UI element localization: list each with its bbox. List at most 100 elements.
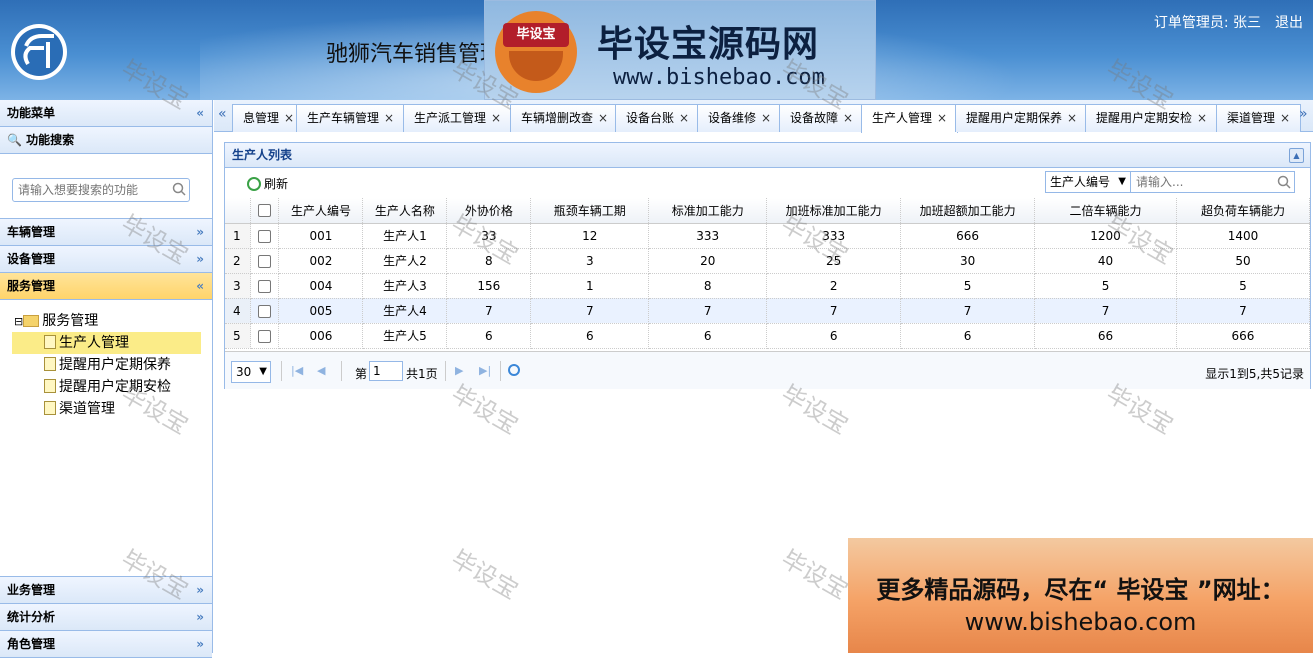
collapse-panel-icon[interactable]: ▲ (1289, 148, 1304, 163)
next-page-icon[interactable]: ▶ (455, 364, 463, 377)
document-icon (44, 335, 56, 349)
column-header[interactable]: 二倍车辆能力 (1034, 198, 1177, 224)
column-header[interactable]: 加班标准加工能力 (766, 198, 902, 224)
sidebar-section-label: 车辆管理 (7, 225, 56, 239)
close-icon[interactable]: × (761, 111, 771, 125)
tree-item-inspection-reminder[interactable]: 提醒用户定期安检 (44, 376, 171, 398)
row-checkbox[interactable] (258, 304, 272, 318)
table-cell: 006 (278, 323, 364, 349)
tab-producer-management[interactable]: 生产人管理 × (861, 104, 959, 133)
expand-down-icon[interactable]: » (196, 604, 204, 631)
document-icon (44, 401, 56, 415)
table-row[interactable]: 5 006 生产人5 6 6 6 6 6 66 666 (225, 323, 1311, 349)
tab-maintenance-reminder[interactable]: 提醒用户定期保养 × (955, 104, 1089, 132)
sidebar-section-roles[interactable]: 角色管理 » (0, 631, 212, 658)
sidebar-section-business[interactable]: 业务管理 » (0, 577, 212, 604)
search-field-select[interactable]: 生产人编号 ▼ (1045, 171, 1131, 193)
menu-title[interactable]: 功能菜单 « (0, 100, 212, 127)
producer-table: 生产人编号 生产人名称 外协价格 瓶颈车辆工期 标准加工能力 加班标准加工能力 … (225, 198, 1311, 349)
sidebar-section-vehicle[interactable]: 车辆管理 » (0, 219, 212, 246)
tab-scroll-right-icon[interactable]: » (1299, 106, 1308, 122)
reload-icon[interactable] (508, 364, 520, 376)
logout-link[interactable]: 退出 (1275, 15, 1303, 31)
row-checkbox[interactable] (258, 254, 272, 268)
tree-root-service[interactable]: ⊟ 服务管理 (14, 310, 98, 332)
row-checkbox-cell[interactable] (250, 323, 280, 349)
tree-item-maintenance-reminder[interactable]: 提醒用户定期保养 (44, 354, 171, 376)
table-row[interactable]: 4 005 生产人4 7 7 7 7 7 7 7 (225, 298, 1311, 324)
tab-info[interactable]: 息管理 × (232, 104, 306, 132)
column-header[interactable]: 加班超额加工能力 (900, 198, 1036, 224)
sidebar-section-label: 设备管理 (7, 252, 56, 266)
table-row[interactable]: 1 001 生产人1 33 12 333 333 666 1200 1400 (225, 223, 1311, 249)
tab-production-vehicle[interactable]: 生产车辆管理 × (296, 104, 406, 132)
table-cell: 30 (900, 248, 1036, 274)
close-icon[interactable]: × (491, 111, 501, 125)
page-size-select[interactable]: 30 ▼ (231, 361, 271, 383)
table-cell: 生产人5 (362, 323, 448, 349)
expand-down-icon[interactable]: » (196, 246, 204, 273)
search-icon[interactable] (172, 182, 186, 196)
row-checkbox-cell[interactable] (250, 248, 280, 274)
expand-down-icon[interactable]: » (196, 577, 204, 604)
close-icon[interactable]: × (679, 111, 689, 125)
mascot-face (509, 51, 563, 81)
last-page-icon[interactable]: ▶| (479, 364, 491, 377)
select-all-checkbox[interactable] (258, 204, 272, 218)
row-checkbox-cell[interactable] (250, 223, 280, 249)
row-checkbox-cell[interactable] (250, 273, 280, 299)
column-header[interactable]: 生产人名称 (362, 198, 448, 224)
column-header[interactable]: 外协价格 (446, 198, 532, 224)
row-checkbox[interactable] (258, 229, 272, 243)
first-page-icon[interactable]: |◀ (291, 364, 303, 377)
column-header[interactable]: 生产人编号 (278, 198, 364, 224)
tab-equipment-fault[interactable]: 设备故障 × (779, 104, 865, 132)
table-row[interactable]: 3 004 生产人3 156 1 8 2 5 5 5 (225, 273, 1311, 299)
function-search-input[interactable] (12, 178, 190, 202)
row-checkbox[interactable] (258, 279, 272, 293)
pager-divider (445, 361, 446, 381)
page-number-input[interactable] (369, 361, 403, 381)
column-header[interactable]: 标准加工能力 (648, 198, 768, 224)
close-icon[interactable]: × (384, 111, 394, 125)
sidebar-section-equipment[interactable]: 设备管理 » (0, 246, 212, 273)
sidebar-section-service[interactable]: 服务管理 « (0, 273, 212, 300)
prev-page-icon[interactable]: ◀ (317, 364, 325, 377)
collapse-left-icon[interactable]: « (196, 100, 204, 127)
tab-inspection-reminder[interactable]: 提醒用户定期安检 × (1085, 104, 1219, 132)
row-checkbox[interactable] (258, 329, 272, 343)
table-row[interactable]: 2 002 生产人2 8 3 20 25 30 40 50 (225, 248, 1311, 274)
tab-equipment-repair[interactable]: 设备维修 × (697, 104, 783, 132)
search-icon[interactable] (1277, 175, 1291, 189)
column-header[interactable]: 超负荷车辆能力 (1176, 198, 1311, 224)
refresh-button[interactable]: 刷新 (247, 175, 288, 192)
expand-down-icon[interactable]: » (196, 219, 204, 246)
tab-production-dispatch[interactable]: 生产派工管理 × (403, 104, 513, 132)
function-search-header[interactable]: 🔍 功能搜索 (0, 127, 212, 154)
pager-info: 显示1到5,共5记录 (1205, 367, 1304, 381)
search-field-value: 生产人编号 (1050, 175, 1111, 189)
tab-channel[interactable]: 渠道管理 × (1216, 104, 1302, 132)
tree-item-channel[interactable]: 渠道管理 (44, 398, 115, 420)
close-icon[interactable]: × (1197, 111, 1207, 125)
close-icon[interactable]: × (1280, 111, 1290, 125)
tab-equipment-ledger[interactable]: 设备台账 × (615, 104, 701, 132)
tree-toggle-icon[interactable]: ⊟ (14, 315, 23, 328)
grid-search-input[interactable] (1131, 171, 1295, 193)
close-icon[interactable]: × (843, 111, 853, 125)
close-icon[interactable]: × (284, 111, 294, 125)
expand-down-icon[interactable]: » (196, 631, 204, 658)
tab-scroll-left-icon[interactable]: « (218, 106, 227, 122)
tree-item-producer[interactable]: 生产人管理 (12, 332, 201, 354)
refresh-label: 刷新 (264, 177, 289, 191)
select-all-checkbox-cell[interactable] (250, 198, 280, 224)
close-icon[interactable]: × (937, 111, 947, 125)
tab-vehicle-crud[interactable]: 车辆增删改查 × (510, 104, 620, 132)
collapse-up-icon[interactable]: « (196, 273, 204, 300)
tree-item-label: 提醒用户定期安检 (59, 379, 171, 395)
close-icon[interactable]: × (1067, 111, 1077, 125)
row-checkbox-cell[interactable] (250, 298, 280, 324)
close-icon[interactable]: × (598, 111, 608, 125)
column-header[interactable]: 瓶颈车辆工期 (530, 198, 650, 224)
sidebar-section-statistics[interactable]: 统计分析 » (0, 604, 212, 631)
